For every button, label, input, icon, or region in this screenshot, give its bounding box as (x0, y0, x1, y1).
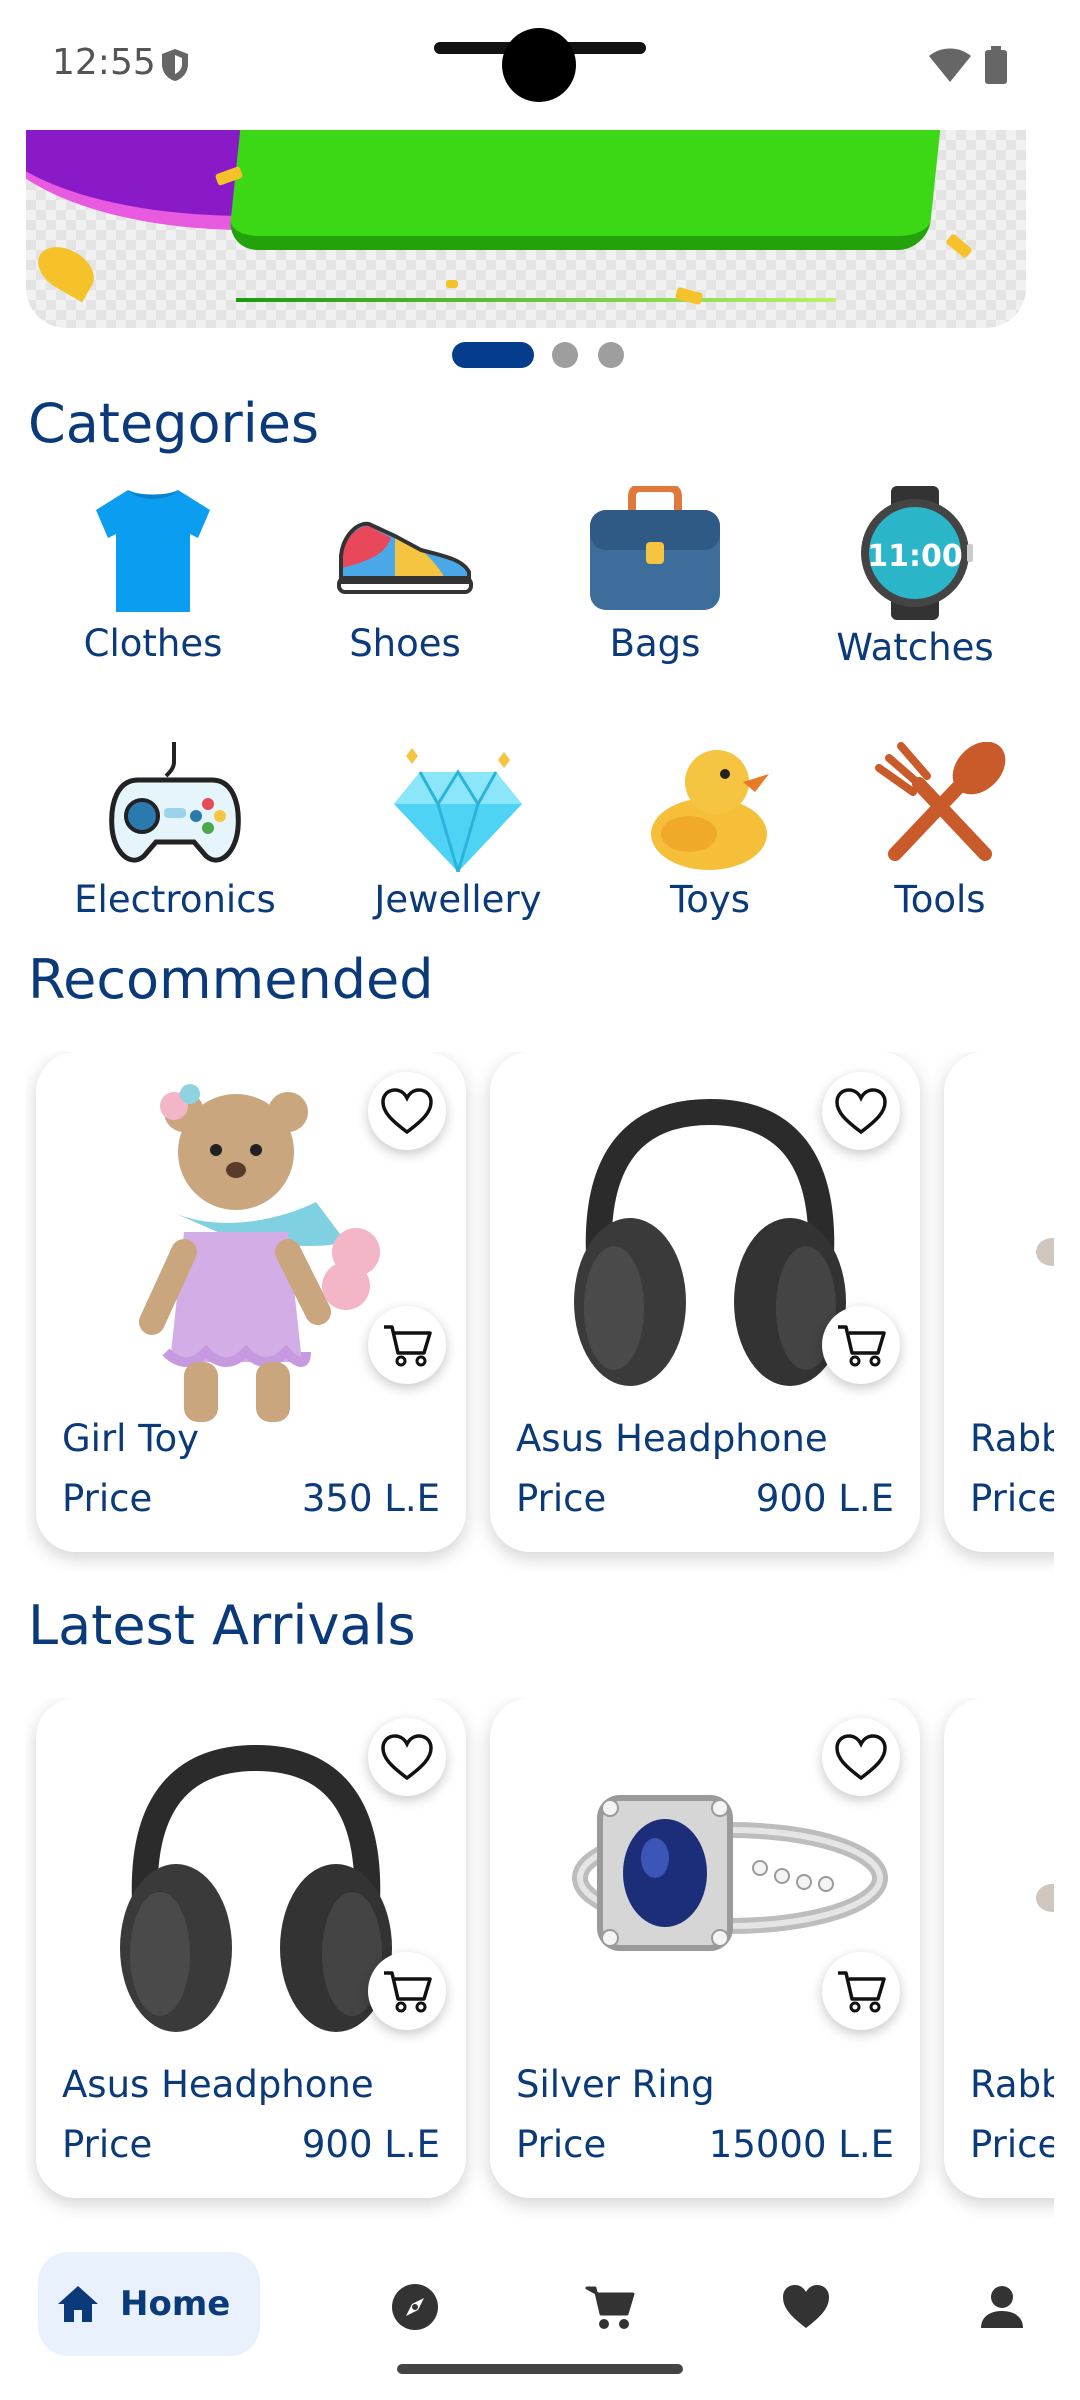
diamond-icon (394, 748, 522, 872)
latest-arrivals-title: Latest Arrivals (28, 1594, 416, 1657)
nav-home[interactable]: Home (38, 2252, 260, 2356)
favorite-button[interactable] (822, 1718, 900, 1796)
category-watches[interactable]: 11:00 Watches (800, 486, 1030, 669)
price-label: Price (970, 1477, 1054, 1520)
product-name: Asus Headphone (516, 1417, 828, 1460)
favorite-button[interactable] (368, 1072, 446, 1150)
category-label: Electronics (74, 878, 276, 921)
indicator-dot[interactable] (552, 342, 578, 368)
confetti (674, 286, 704, 306)
favorite-button[interactable] (368, 1718, 446, 1796)
add-to-cart-button[interactable] (368, 1952, 446, 2030)
heart-outline-icon (835, 1088, 887, 1134)
category-label: Bags (609, 622, 701, 665)
battery-icon (985, 46, 1007, 84)
product-name: Rabb (970, 2063, 1054, 2106)
category-clothes[interactable]: Clothes (38, 486, 268, 665)
recommended-title: Recommended (28, 948, 434, 1011)
nav-home-label: Home (120, 2284, 231, 2324)
product-name: Silver Ring (516, 2063, 715, 2106)
heart-outline-icon (835, 1734, 887, 1780)
add-to-cart-button[interactable] (822, 1306, 900, 1384)
rubber-duck-icon (651, 750, 769, 870)
smartwatch-icon: 11:00 (861, 486, 973, 620)
camera-cutout (502, 28, 576, 102)
person-icon[interactable] (977, 2282, 1027, 2332)
add-to-cart-button[interactable] (822, 1952, 900, 2030)
category-label: Watches (836, 626, 994, 669)
category-label: Shoes (349, 622, 461, 665)
status-bar: 12:55 (0, 0, 1080, 130)
favorite-button[interactable] (822, 1072, 900, 1150)
indicator-dot-active[interactable] (452, 342, 534, 368)
compass-icon[interactable] (390, 2282, 440, 2332)
heart-icon[interactable] (781, 2282, 831, 2332)
latest-arrivals-list[interactable]: Asus Headphone Price 900 L.E Silver Ring… (26, 1698, 1054, 2218)
category-shoes[interactable]: Shoes (290, 486, 520, 665)
heart-outline-icon (381, 1088, 433, 1134)
category-jewellery[interactable]: Jewellery (343, 742, 573, 921)
price-label: Price (62, 1477, 153, 1520)
cart-outline-icon (384, 1971, 432, 2013)
home-icon (58, 2286, 98, 2322)
cart-icon[interactable] (585, 2282, 635, 2332)
heart-outline-icon (381, 1734, 433, 1780)
price-label: Price (62, 2123, 153, 2166)
banner-shape (227, 130, 945, 250)
category-tools[interactable]: Tools (825, 742, 1055, 921)
gamepad-icon (109, 742, 241, 863)
product-image-partial (1036, 1884, 1054, 1912)
product-card[interactable]: Silver Ring Price 15000 L.E (490, 1698, 920, 2198)
category-label: Jewellery (374, 878, 542, 921)
category-label: Toys (669, 878, 751, 921)
sneaker-icon (337, 521, 473, 594)
product-name: Asus Headphone (62, 2063, 374, 2106)
product-price: 15000 L.E (708, 2123, 894, 2166)
indicator-dot[interactable] (598, 342, 624, 368)
product-card[interactable]: Rabb Price (944, 1052, 1054, 1552)
price-label: Price (516, 2123, 607, 2166)
cart-outline-icon (838, 1325, 886, 1367)
confetti (30, 237, 102, 303)
shield-icon (162, 49, 188, 81)
banner-shape (236, 298, 836, 302)
fork-spoon-icon (875, 742, 1006, 861)
cart-outline-icon (384, 1325, 432, 1367)
briefcase-icon (590, 486, 720, 610)
cart-outline-icon (838, 1971, 886, 2013)
categories-title: Categories (28, 392, 320, 455)
product-name: Girl Toy (62, 1417, 200, 1460)
price-label: Price (516, 1477, 607, 1520)
recommended-list[interactable]: Girl Toy Price 350 L.E Asus Headphone Pr… (26, 1052, 1054, 1572)
category-toys[interactable]: Toys (595, 742, 825, 921)
wifi-icon (929, 48, 971, 82)
confetti (945, 233, 973, 259)
category-label: Clothes (83, 622, 223, 665)
product-card[interactable]: Rabb Price (944, 1698, 1054, 2198)
category-electronics[interactable]: Electronics (60, 742, 290, 921)
svg-text:11:00: 11:00 (867, 539, 963, 574)
product-card[interactable]: Girl Toy Price 350 L.E (36, 1052, 466, 1552)
price-label: Price (970, 2123, 1054, 2166)
product-price: 900 L.E (301, 2123, 440, 2166)
add-to-cart-button[interactable] (368, 1306, 446, 1384)
category-bags[interactable]: Bags (540, 486, 770, 665)
confetti (446, 280, 458, 288)
product-card[interactable]: Asus Headphone Price 900 L.E (36, 1698, 466, 2198)
product-price: 350 L.E (301, 1477, 440, 1520)
product-card[interactable]: Asus Headphone Price 900 L.E (490, 1052, 920, 1552)
gesture-home-indicator[interactable] (397, 2364, 683, 2374)
bottom-navigation: Home (0, 2222, 1080, 2400)
product-image-partial (1036, 1238, 1054, 1266)
promo-banner[interactable] (26, 130, 1026, 328)
category-label: Tools (894, 878, 986, 921)
status-time: 12:55 (52, 42, 156, 83)
product-name: Rabb (970, 1417, 1054, 1460)
tshirt-icon (96, 490, 210, 612)
product-price: 900 L.E (755, 1477, 894, 1520)
